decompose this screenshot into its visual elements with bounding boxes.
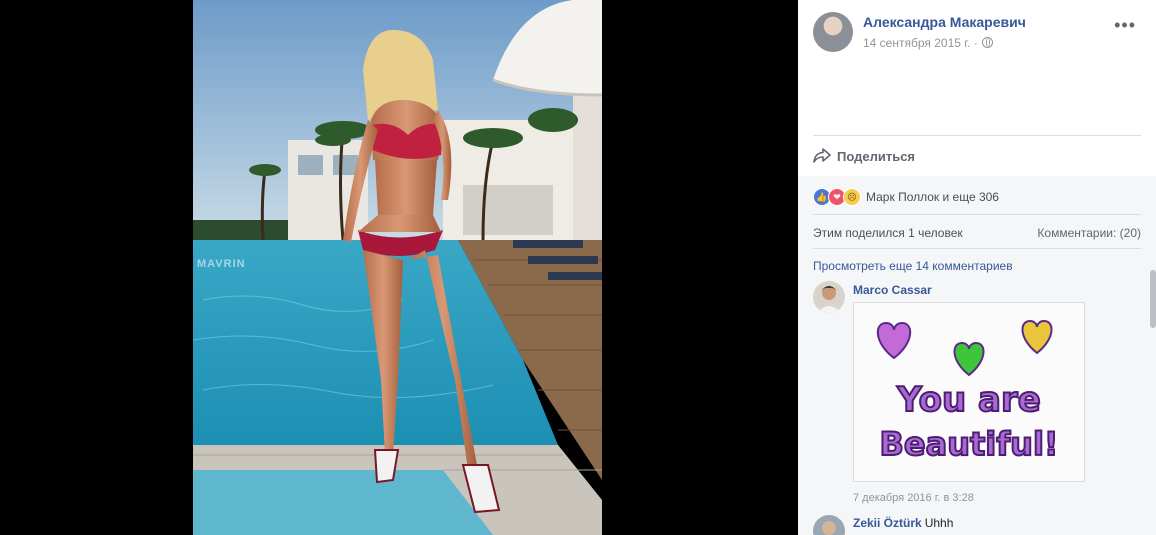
reactions-summary[interactable]: 👍 ❤ ☹ Марк Поллок и еще 306 <box>813 188 999 206</box>
more-options-icon[interactable]: ••• <box>1114 16 1136 34</box>
divider <box>813 248 1141 249</box>
post-photo[interactable]: MAVRIN <box>193 0 602 535</box>
post-side-panel: Александра Макаревич 14 сентября 2015 г.… <box>798 0 1156 535</box>
divider <box>813 135 1141 136</box>
scrollbar-thumb[interactable] <box>1150 270 1156 328</box>
share-label: Поделиться <box>837 148 916 164</box>
share-icon <box>813 148 831 163</box>
photo-image <box>193 0 602 535</box>
post-date[interactable]: 14 сентября 2015 г. · <box>863 36 993 50</box>
globe-icon[interactable] <box>981 37 993 48</box>
comment-timestamp[interactable]: 7 декабря 2016 г. в 3:28 <box>853 492 974 504</box>
divider <box>813 214 1141 215</box>
author-name[interactable]: Александра Макаревич <box>863 14 1026 30</box>
share-button[interactable]: Поделиться <box>813 146 915 166</box>
sticker-line1: You are <box>896 380 1041 420</box>
comments-count[interactable]: Комментарии: (20) <box>1037 226 1141 240</box>
author-avatar[interactable] <box>813 12 853 52</box>
view-more-comments-link[interactable]: Просмотреть еще 14 комментариев <box>813 259 1013 273</box>
comment-avatar[interactable] <box>813 281 845 313</box>
sticker-line2: Beautiful! <box>880 425 1059 463</box>
sad-icon: ☹ <box>843 188 861 206</box>
sticker-image: You are Beautiful! <box>854 303 1084 481</box>
photo-watermark: MAVRIN <box>197 258 246 270</box>
comment-text: Uhhh <box>924 516 954 530</box>
comment-sticker[interactable]: You are Beautiful! <box>853 302 1085 482</box>
comment-author[interactable]: Zekii Öztürk <box>853 516 922 530</box>
post-date-text: 14 сентября 2015 г. · <box>863 36 978 50</box>
shares-count[interactable]: Этим поделился 1 человек <box>813 226 963 240</box>
comment-author[interactable]: Marco Cassar <box>853 283 932 297</box>
comment-row: Zekii Öztürk Uhhh <box>853 516 953 530</box>
reactions-text: Марк Поллок и еще 306 <box>866 190 999 204</box>
avatar-image <box>813 281 845 313</box>
